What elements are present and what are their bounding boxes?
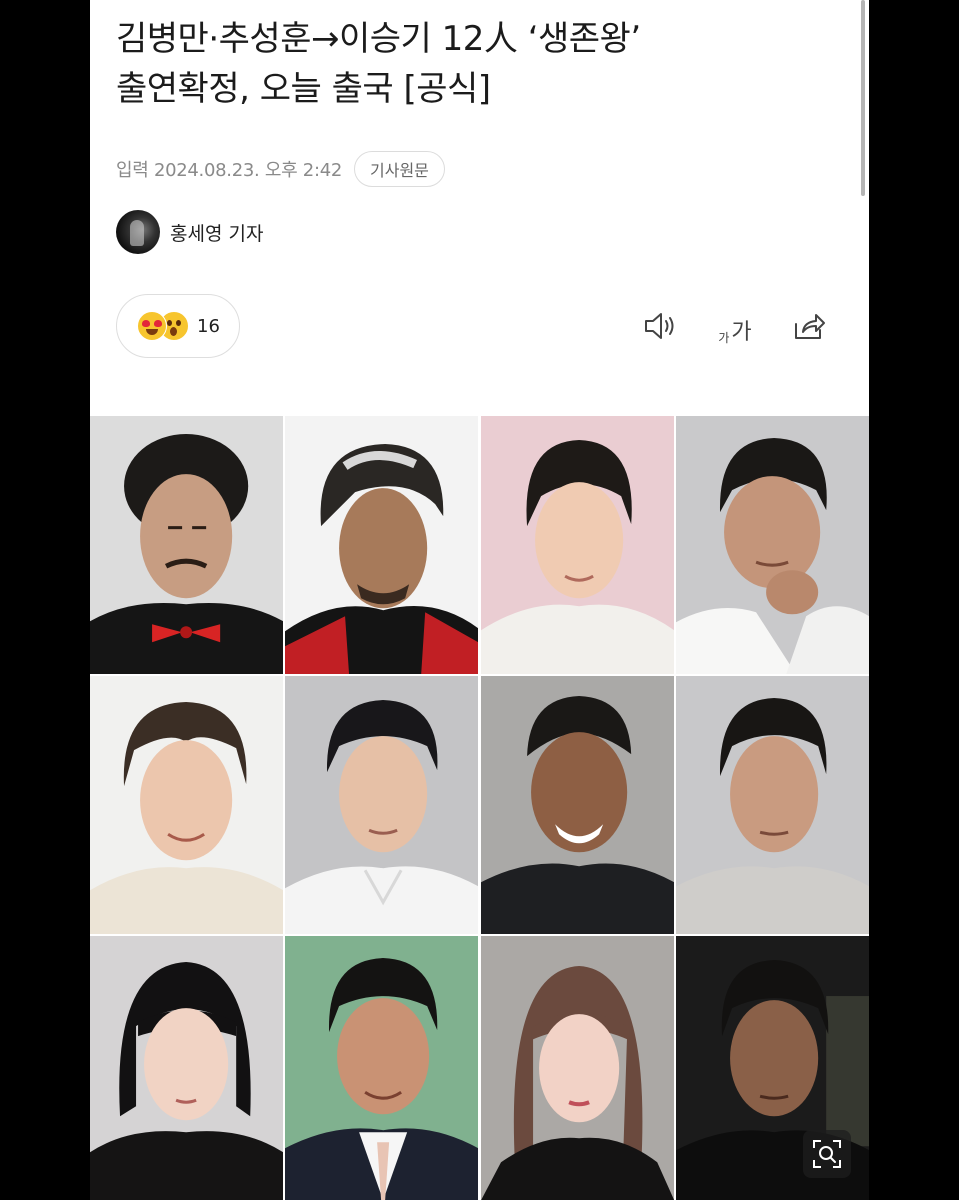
headline-line-2: 출연확정, 오늘 출국 [공식] [116, 69, 491, 109]
heart-eyes-emoji-icon [137, 311, 167, 341]
reaction-count: 16 [197, 315, 220, 337]
portrait-image [675, 416, 869, 674]
portrait-image [90, 416, 284, 674]
cast-portrait-8 [675, 676, 869, 934]
font-size-small-glyph: 가 [718, 331, 730, 345]
article-toolbar: 가 가 [641, 306, 829, 346]
cast-portrait-12 [675, 936, 869, 1200]
original-article-button[interactable]: 기사원문 [354, 151, 445, 187]
cast-photo-grid[interactable] [90, 416, 869, 1200]
portrait-image [480, 676, 674, 934]
font-size-button[interactable]: 가 가 [715, 306, 755, 346]
portrait-image [285, 676, 479, 934]
zoom-icon [813, 1140, 841, 1168]
reporter-byline[interactable]: 홍세영 기자 [116, 210, 263, 254]
reporter-name[interactable]: 홍세영 기자 [170, 219, 263, 246]
portrait-image [480, 416, 674, 674]
cast-portrait-5 [90, 676, 284, 934]
zoom-button[interactable] [803, 1130, 851, 1178]
cast-portrait-6 [285, 676, 479, 934]
portrait-image [285, 936, 479, 1200]
speaker-icon [645, 313, 674, 339]
article-screen: 김병만·추성훈→이승기 12人 ‘생존왕’ 출연확정, 오늘 출국 [공식] 입… [90, 0, 869, 1200]
reaction-button[interactable]: 16 [116, 294, 240, 358]
cast-portrait-1 [90, 416, 284, 674]
share-button[interactable] [789, 306, 829, 346]
portrait-image [285, 416, 479, 674]
cast-portrait-2 [285, 416, 479, 674]
share-icon [795, 314, 825, 339]
cast-portrait-9 [90, 936, 284, 1200]
cast-portrait-4 [675, 416, 869, 674]
article-meta: 입력 2024.08.23. 오후 2:42 기사원문 [116, 150, 445, 188]
cast-portrait-11 [480, 936, 674, 1200]
headline-line-1: 김병만·추성훈→이승기 12人 ‘생존왕’ [116, 19, 641, 59]
cast-portrait-10 [285, 936, 479, 1200]
cast-portrait-7 [480, 676, 674, 934]
scrollbar[interactable] [861, 0, 865, 196]
publish-timestamp: 입력 2024.08.23. 오후 2:42 [116, 160, 343, 181]
portrait-image [480, 936, 674, 1200]
text-to-speech-button[interactable] [641, 306, 681, 346]
reporter-avatar[interactable] [116, 210, 160, 254]
font-size-large-glyph: 가 [731, 320, 752, 345]
portrait-image [90, 676, 284, 934]
portrait-image [675, 676, 869, 934]
article-headline: 김병만·추성훈→이승기 12人 ‘생존왕’ 출연확정, 오늘 출국 [공식] [116, 14, 836, 114]
portrait-image [90, 936, 284, 1200]
cast-portrait-3 [480, 416, 674, 674]
